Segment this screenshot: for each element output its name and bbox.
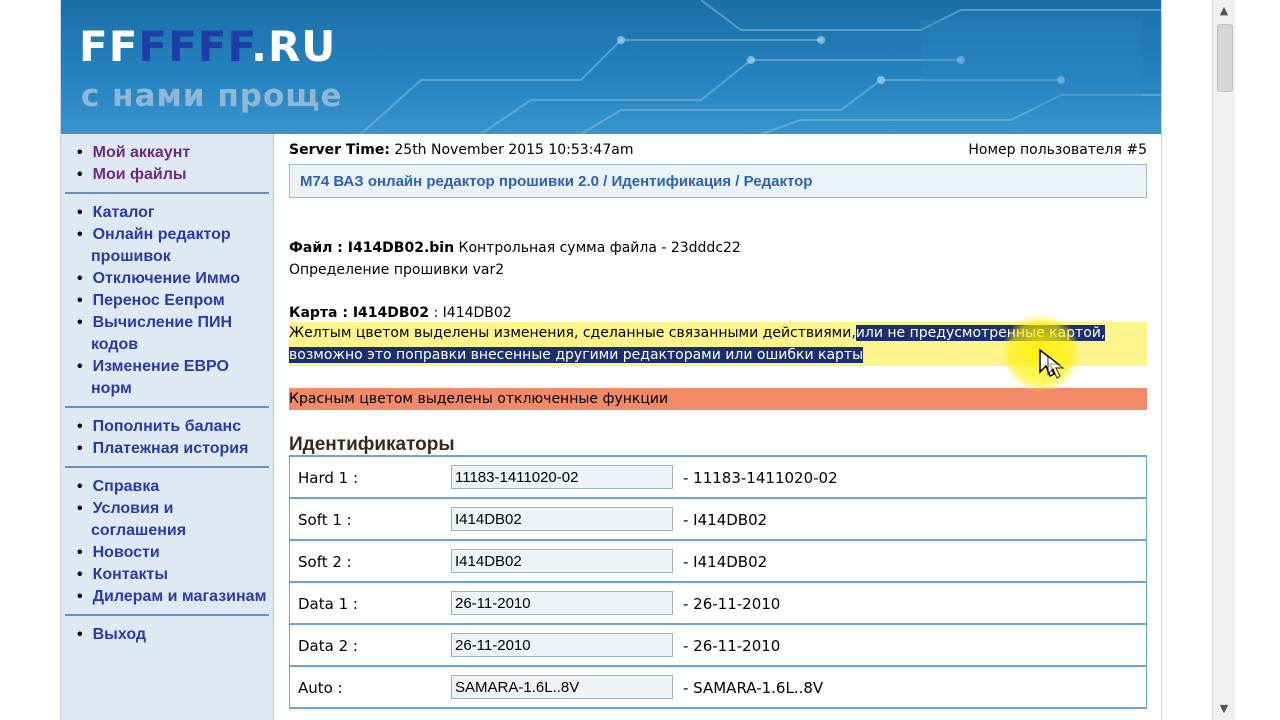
table-row: Soft 1 : I414DB02 - I414DB02 xyxy=(289,499,1147,541)
table-row: Data 1 : 26-11-2010 - 26-11-2010 xyxy=(289,583,1147,625)
row-original-value: - I414DB02 xyxy=(683,553,768,571)
table-row: Hard 1 : 11183-1411020-02 - 11183-141102… xyxy=(289,457,1147,499)
site-logo[interactable]: FFFFFF.RU xyxy=(79,22,336,71)
row-original-value: - 26-11-2010 xyxy=(683,637,781,655)
data1-field[interactable]: 26-11-2010 xyxy=(451,591,673,615)
sidebar-group-services: • Каталог • Онлайн редактор прошивок • Откл… xyxy=(65,194,269,408)
logo-text-part2: FFFF xyxy=(138,22,251,71)
sidebar-group-logout: • Выход xyxy=(65,616,269,652)
logo-text-part1: FF xyxy=(79,22,139,71)
soft1-field[interactable]: I414DB02 xyxy=(451,507,673,531)
map-value: : I414DB02 xyxy=(433,305,512,321)
map-label: Карта : I414DB02 xyxy=(289,305,430,321)
sidebar-item-pin-calc[interactable]: • Вычисление ПИН кодов xyxy=(77,312,269,356)
file-info-line: Файл : I414DB02.bin Контрольная сумма фа… xyxy=(289,240,741,256)
row-label: Hard 1 : xyxy=(298,469,359,487)
row-original-value: - 26-11-2010 xyxy=(683,595,781,613)
site-container: FFFFFF.RU с нами проще • Мой аккаунт • Мои… xyxy=(60,0,1162,720)
hard1-field[interactable]: 11183-1411020-02 xyxy=(451,465,673,489)
sidebar-item-eeprom-transfer[interactable]: • Перенос Еепром xyxy=(77,290,269,312)
table-row: Data 2 : 26-11-2010 - 26-11-2010 xyxy=(289,625,1147,667)
sidebar-group-billing: • Пополнить баланс • Платежная история xyxy=(65,408,269,468)
logo-text-part3: .RU xyxy=(250,22,337,71)
row-original-value: - 11183-1411020-02 xyxy=(683,469,838,487)
sidebar-item-help[interactable]: • Справка xyxy=(77,476,269,498)
row-label: Auto : xyxy=(298,679,343,697)
sidebar-nav: • Мой аккаунт • Мои файлы • Каталог • Онлайн… xyxy=(61,134,274,720)
scroll-down-arrow-icon[interactable]: ▼ xyxy=(1215,700,1233,718)
table-row: Auto : SAMARA-1.6L..8V - SAMARA-1.6L..8V xyxy=(289,667,1147,709)
yellow-note-text: Желтым цветом выделены изменения, сделан… xyxy=(289,325,856,341)
scrollbar-thumb[interactable] xyxy=(1217,24,1233,92)
identifiers-title: Идентификаторы xyxy=(289,434,455,455)
row-original-value: - I414DB02 xyxy=(683,511,768,529)
sidebar-item-catalog[interactable]: • Каталог xyxy=(77,202,269,224)
sidebar-item-payment-history[interactable]: • Платежная история xyxy=(77,438,269,460)
sidebar-item-my-files[interactable]: • Мои файлы xyxy=(77,164,269,186)
row-label: Data 1 : xyxy=(298,595,358,613)
sidebar-item-immo-off[interactable]: • Отключение Иммо xyxy=(77,268,269,290)
sidebar-item-terms[interactable]: • Условия и соглашения xyxy=(77,498,269,542)
sidebar-item-online-editor[interactable]: • Онлайн редактор прошивок xyxy=(77,224,269,268)
server-time-value: 25th November 2015 10:53:47am xyxy=(394,142,634,158)
sidebar-group-account: • Мой аккаунт • Мои файлы xyxy=(65,134,269,194)
breadcrumb-text[interactable]: M74 ВАЗ онлайн редактор прошивки 2.0 / И… xyxy=(300,173,812,190)
sidebar-item-contacts[interactable]: • Контакты xyxy=(77,564,269,586)
file-label: Файл : I414DB02.bin xyxy=(289,240,455,256)
data2-field[interactable]: 26-11-2010 xyxy=(451,633,673,657)
site-banner: FFFFFF.RU с нами проще xyxy=(61,0,1161,134)
page-scrollbar[interactable]: ▲ ▼ xyxy=(1212,0,1235,720)
sidebar-item-my-account[interactable]: • Мой аккаунт xyxy=(77,142,269,164)
sidebar-item-news[interactable]: • Новости xyxy=(77,542,269,564)
table-row: Soft 2 : I414DB02 - I414DB02 xyxy=(289,541,1147,583)
sidebar-item-topup[interactable]: • Пополнить баланс xyxy=(77,416,269,438)
soft2-field[interactable]: I414DB02 xyxy=(451,549,673,573)
user-number: Номер пользователя #5 xyxy=(968,142,1147,158)
site-tagline: с нами проще xyxy=(81,78,343,114)
file-checksum: Контрольная сумма файла - 23dddc22 xyxy=(458,240,741,256)
sidebar-item-euro-norms[interactable]: • Изменение ЕВРО норм xyxy=(77,356,269,400)
scroll-up-arrow-icon[interactable]: ▲ xyxy=(1215,2,1233,20)
sidebar-item-dealers[interactable]: • Дилерам и магазинам xyxy=(77,586,269,608)
auto-field[interactable]: SAMARA-1.6L..8V xyxy=(451,675,673,699)
row-label: Soft 1 : xyxy=(298,511,352,529)
yellow-legend-note: Желтым цветом выделены изменения, сделан… xyxy=(289,322,1147,366)
row-original-value: - SAMARA-1.6L..8V xyxy=(683,679,824,697)
row-label: Data 2 : xyxy=(298,637,358,655)
firmware-definition: Определение прошивки var2 xyxy=(289,262,505,278)
server-time-line: Server Time: 25th November 2015 10:53:47… xyxy=(289,142,1147,160)
row-label: Soft 2 : xyxy=(298,553,352,571)
sidebar-group-info: • Справка • Условия и соглашения • Новости … xyxy=(65,468,269,616)
red-legend-note: Красным цветом выделены отключенные функ… xyxy=(289,388,1147,410)
identifiers-table: Hard 1 : 11183-1411020-02 - 11183-141102… xyxy=(289,455,1147,709)
sidebar-item-logout[interactable]: • Выход xyxy=(77,624,269,646)
map-info-line: Карта : I414DB02 : I414DB02 xyxy=(289,305,512,321)
breadcrumb: M74 ВАЗ онлайн редактор прошивки 2.0 / И… xyxy=(289,164,1147,198)
server-time-label: Server Time: xyxy=(289,142,390,158)
